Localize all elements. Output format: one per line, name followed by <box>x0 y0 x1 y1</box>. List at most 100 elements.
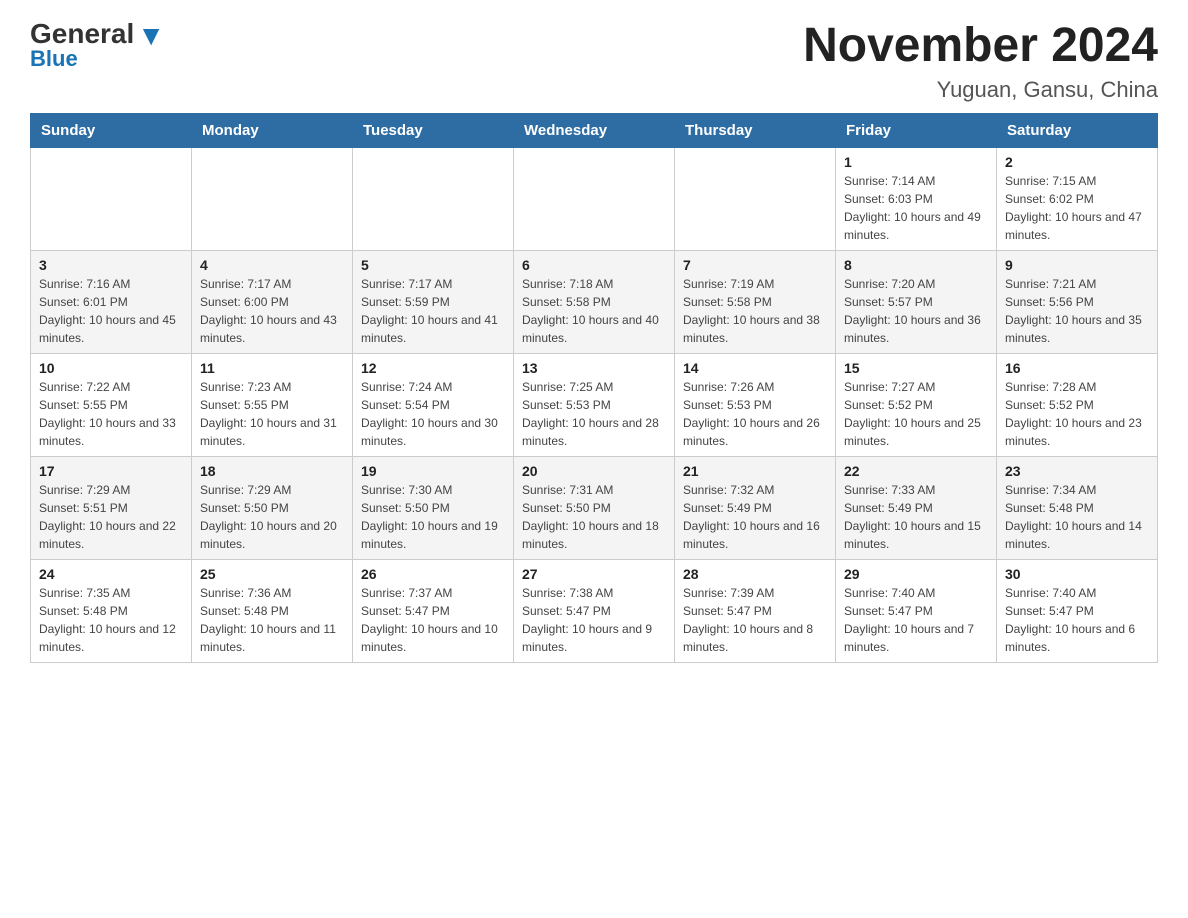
calendar-cell <box>514 147 675 250</box>
day-info: Sunrise: 7:39 AMSunset: 5:47 PMDaylight:… <box>683 584 827 656</box>
day-number: 14 <box>683 360 827 376</box>
calendar-week-row: 17 Sunrise: 7:29 AMSunset: 5:51 PMDayligh… <box>31 456 1158 559</box>
day-info: Sunrise: 7:22 AMSunset: 5:55 PMDaylight:… <box>39 378 183 450</box>
day-number: 23 <box>1005 463 1149 479</box>
day-number: 8 <box>844 257 988 273</box>
day-info: Sunrise: 7:40 AMSunset: 5:47 PMDaylight:… <box>1005 584 1149 656</box>
day-info: Sunrise: 7:29 AMSunset: 5:51 PMDaylight:… <box>39 481 183 553</box>
day-info: Sunrise: 7:34 AMSunset: 5:48 PMDaylight:… <box>1005 481 1149 553</box>
title-section: November 2024 Yuguan, Gansu, China <box>803 20 1158 103</box>
day-number: 18 <box>200 463 344 479</box>
calendar-cell <box>353 147 514 250</box>
calendar-cell: 30Sunrise: 7:40 AMSunset: 5:47 PMDayligh… <box>997 559 1158 662</box>
day-number: 29 <box>844 566 988 582</box>
day-number: 24 <box>39 566 183 582</box>
calendar-cell <box>31 147 192 250</box>
day-info: Sunrise: 7:15 AMSunset: 6:02 PMDaylight:… <box>1005 172 1149 244</box>
calendar-cell: 3 Sunrise: 7:16 AMSunset: 6:01 PMDaylight… <box>31 250 192 353</box>
calendar-cell: 23 Sunrise: 7:34 AMSunset: 5:48 PMDayligh… <box>997 456 1158 559</box>
calendar-cell: 15 Sunrise: 7:27 AMSunset: 5:52 PMDayligh… <box>836 353 997 456</box>
day-info: Sunrise: 7:25 AMSunset: 5:53 PMDaylight:… <box>522 378 666 450</box>
day-number: 9 <box>1005 257 1149 273</box>
calendar-cell: 28Sunrise: 7:39 AMSunset: 5:47 PMDayligh… <box>675 559 836 662</box>
calendar-cell: 20 Sunrise: 7:31 AMSunset: 5:50 PMDayligh… <box>514 456 675 559</box>
logo-triangle-icon: ▼ <box>137 22 165 50</box>
day-info: Sunrise: 7:17 AMSunset: 5:59 PMDaylight:… <box>361 275 505 347</box>
day-number: 12 <box>361 360 505 376</box>
day-number: 25 <box>200 566 344 582</box>
day-number: 21 <box>683 463 827 479</box>
logo-blue-text: Blue <box>30 46 78 72</box>
calendar-week-row: 10 Sunrise: 7:22 AMSunset: 5:55 PMDayligh… <box>31 353 1158 456</box>
calendar-cell: 6Sunrise: 7:18 AMSunset: 5:58 PMDaylight… <box>514 250 675 353</box>
day-number: 2 <box>1005 154 1149 170</box>
calendar-cell: 16 Sunrise: 7:28 AMSunset: 5:52 PMDayligh… <box>997 353 1158 456</box>
calendar-cell: 24 Sunrise: 7:35 AMSunset: 5:48 PMDayligh… <box>31 559 192 662</box>
day-info: Sunrise: 7:28 AMSunset: 5:52 PMDaylight:… <box>1005 378 1149 450</box>
day-number: 22 <box>844 463 988 479</box>
calendar-cell: 29 Sunrise: 7:40 AMSunset: 5:47 PMDayligh… <box>836 559 997 662</box>
day-info: Sunrise: 7:29 AMSunset: 5:50 PMDaylight:… <box>200 481 344 553</box>
calendar-cell: 7 Sunrise: 7:19 AMSunset: 5:58 PMDaylight… <box>675 250 836 353</box>
day-number: 19 <box>361 463 505 479</box>
day-number: 1 <box>844 154 988 170</box>
calendar-cell: 19 Sunrise: 7:30 AMSunset: 5:50 PMDayligh… <box>353 456 514 559</box>
calendar-week-row: 3 Sunrise: 7:16 AMSunset: 6:01 PMDaylight… <box>31 250 1158 353</box>
day-info: Sunrise: 7:24 AMSunset: 5:54 PMDaylight:… <box>361 378 505 450</box>
calendar-header: SundayMondayTuesdayWednesdayThursdayFrid… <box>31 113 1158 147</box>
day-number: 20 <box>522 463 666 479</box>
weekday-header-saturday: Saturday <box>997 113 1158 147</box>
day-number: 3 <box>39 257 183 273</box>
calendar-cell: 14Sunrise: 7:26 AMSunset: 5:53 PMDayligh… <box>675 353 836 456</box>
day-info: Sunrise: 7:20 AMSunset: 5:57 PMDaylight:… <box>844 275 988 347</box>
day-info: Sunrise: 7:33 AMSunset: 5:49 PMDaylight:… <box>844 481 988 553</box>
calendar-cell: 27 Sunrise: 7:38 AMSunset: 5:47 PMDayligh… <box>514 559 675 662</box>
day-number: 10 <box>39 360 183 376</box>
calendar-cell: 21Sunrise: 7:32 AMSunset: 5:49 PMDayligh… <box>675 456 836 559</box>
weekday-header-wednesday: Wednesday <box>514 113 675 147</box>
day-number: 11 <box>200 360 344 376</box>
calendar-cell: 17 Sunrise: 7:29 AMSunset: 5:51 PMDayligh… <box>31 456 192 559</box>
weekday-header-tuesday: Tuesday <box>353 113 514 147</box>
day-info: Sunrise: 7:30 AMSunset: 5:50 PMDaylight:… <box>361 481 505 553</box>
weekday-header-row: SundayMondayTuesdayWednesdayThursdayFrid… <box>31 113 1158 147</box>
calendar-week-row: 24 Sunrise: 7:35 AMSunset: 5:48 PMDayligh… <box>31 559 1158 662</box>
day-info: Sunrise: 7:35 AMSunset: 5:48 PMDaylight:… <box>39 584 183 656</box>
calendar-cell: 22 Sunrise: 7:33 AMSunset: 5:49 PMDayligh… <box>836 456 997 559</box>
calendar-cell: 26Sunrise: 7:37 AMSunset: 5:47 PMDayligh… <box>353 559 514 662</box>
calendar-cell: 25Sunrise: 7:36 AMSunset: 5:48 PMDayligh… <box>192 559 353 662</box>
calendar-cell: 11 Sunrise: 7:23 AMSunset: 5:55 PMDayligh… <box>192 353 353 456</box>
logo: General▼ Blue <box>30 20 165 72</box>
calendar-cell: 8 Sunrise: 7:20 AMSunset: 5:57 PMDaylight… <box>836 250 997 353</box>
day-info: Sunrise: 7:14 AMSunset: 6:03 PMDaylight:… <box>844 172 988 244</box>
calendar-cell <box>675 147 836 250</box>
calendar-cell <box>192 147 353 250</box>
calendar-cell: 9 Sunrise: 7:21 AMSunset: 5:56 PMDaylight… <box>997 250 1158 353</box>
day-number: 13 <box>522 360 666 376</box>
page-header: General▼ Blue November 2024 Yuguan, Gans… <box>30 20 1158 103</box>
calendar-cell: 13 Sunrise: 7:25 AMSunset: 5:53 PMDayligh… <box>514 353 675 456</box>
day-number: 16 <box>1005 360 1149 376</box>
day-info: Sunrise: 7:19 AMSunset: 5:58 PMDaylight:… <box>683 275 827 347</box>
day-info: Sunrise: 7:38 AMSunset: 5:47 PMDaylight:… <box>522 584 666 656</box>
day-number: 15 <box>844 360 988 376</box>
calendar-cell: 2 Sunrise: 7:15 AMSunset: 6:02 PMDaylight… <box>997 147 1158 250</box>
calendar-cell: 18 Sunrise: 7:29 AMSunset: 5:50 PMDayligh… <box>192 456 353 559</box>
weekday-header-monday: Monday <box>192 113 353 147</box>
weekday-header-thursday: Thursday <box>675 113 836 147</box>
day-info: Sunrise: 7:16 AMSunset: 6:01 PMDaylight:… <box>39 275 183 347</box>
day-info: Sunrise: 7:40 AMSunset: 5:47 PMDaylight:… <box>844 584 988 656</box>
day-info: Sunrise: 7:27 AMSunset: 5:52 PMDaylight:… <box>844 378 988 450</box>
day-number: 5 <box>361 257 505 273</box>
calendar-cell: 4Sunrise: 7:17 AMSunset: 6:00 PMDaylight… <box>192 250 353 353</box>
day-number: 26 <box>361 566 505 582</box>
day-info: Sunrise: 7:31 AMSunset: 5:50 PMDaylight:… <box>522 481 666 553</box>
day-number: 17 <box>39 463 183 479</box>
calendar-cell: 10 Sunrise: 7:22 AMSunset: 5:55 PMDayligh… <box>31 353 192 456</box>
day-number: 27 <box>522 566 666 582</box>
day-info: Sunrise: 7:21 AMSunset: 5:56 PMDaylight:… <box>1005 275 1149 347</box>
day-info: Sunrise: 7:23 AMSunset: 5:55 PMDaylight:… <box>200 378 344 450</box>
calendar-body: 1 Sunrise: 7:14 AMSunset: 6:03 PMDaylight… <box>31 147 1158 662</box>
day-number: 4 <box>200 257 344 273</box>
day-number: 7 <box>683 257 827 273</box>
